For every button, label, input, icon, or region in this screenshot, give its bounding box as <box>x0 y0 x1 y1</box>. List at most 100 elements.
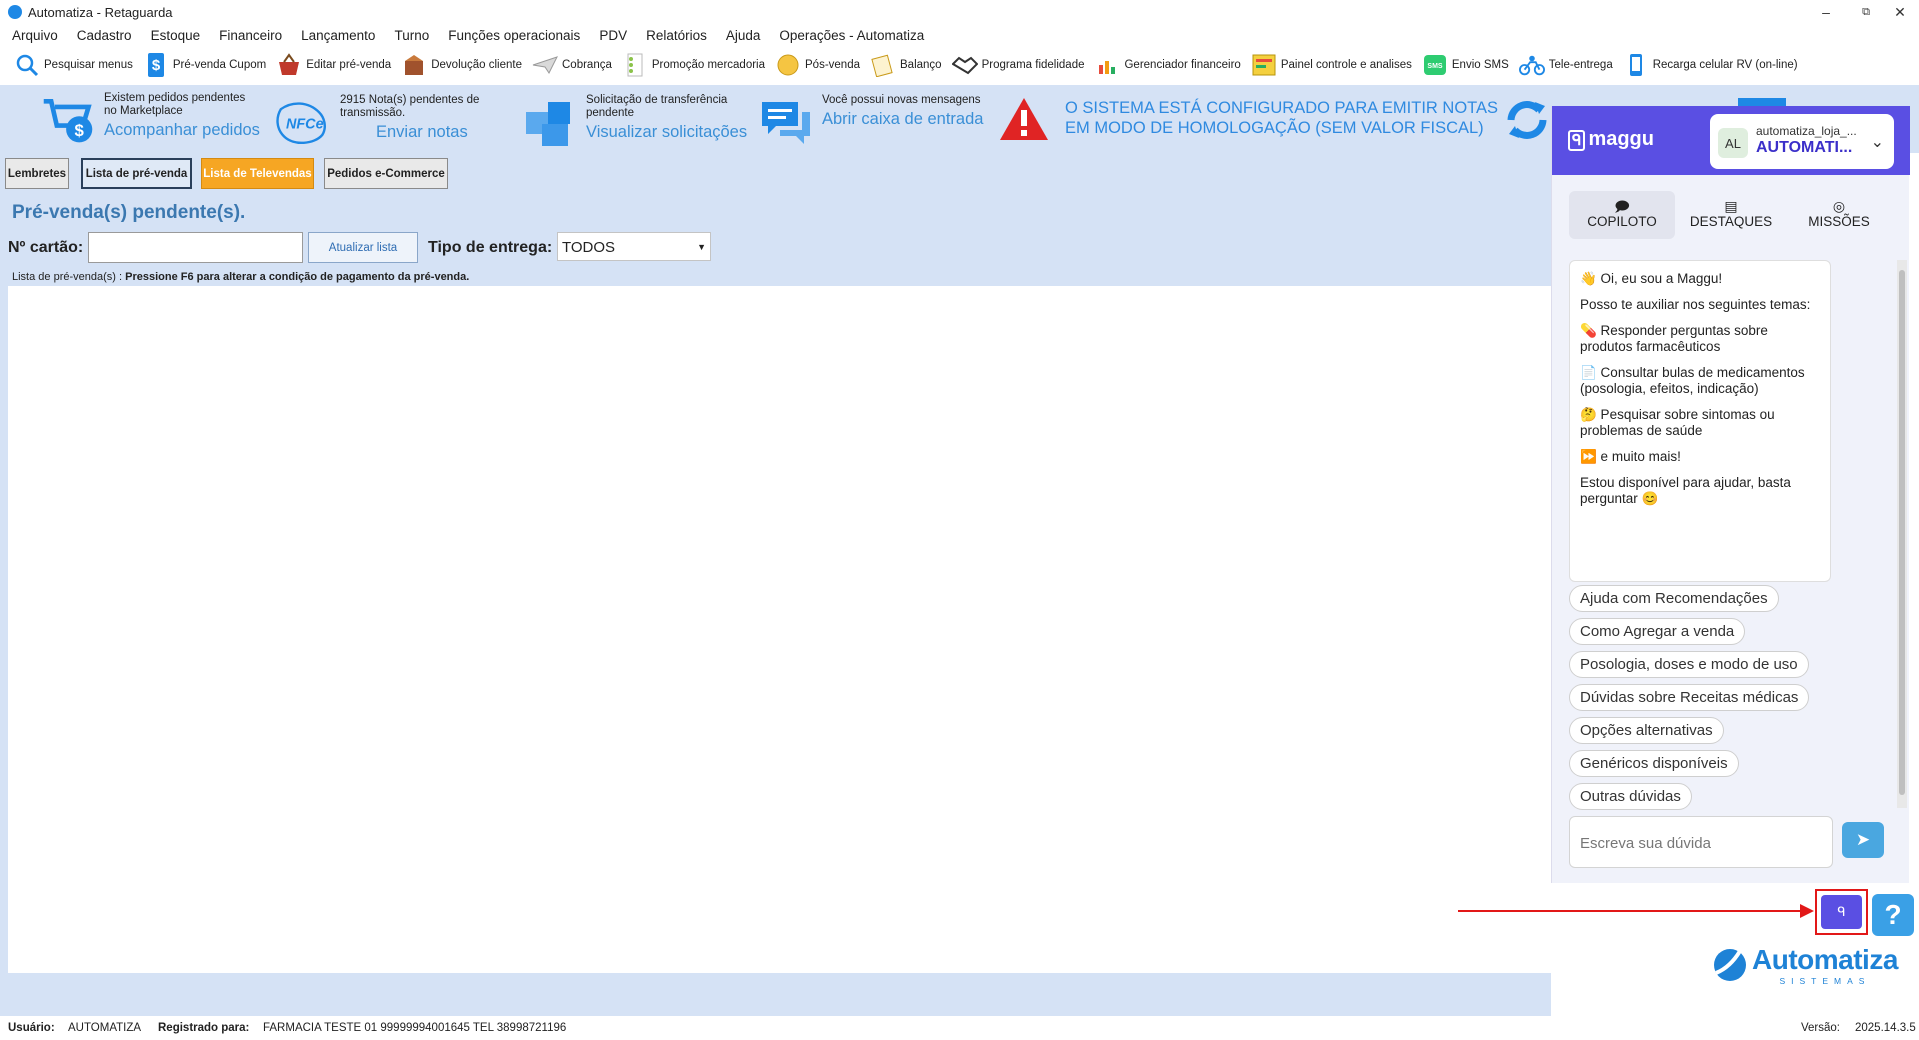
chevron-down-icon: ⌄ <box>1870 134 1884 151</box>
tab-lembretes[interactable]: Lembretes <box>5 158 69 189</box>
banner-marketplace-text: Existem pedidos pendentes no Marketplace <box>104 92 246 117</box>
paper-plane-icon <box>532 52 558 78</box>
app-icon <box>8 5 22 19</box>
toolbar-pesquisar-menus[interactable]: Pesquisar menus <box>14 52 133 78</box>
maggu-header: ᑫ maggu AL automatiza_loja_... AUTOMATI..… <box>1552 106 1910 175</box>
menu-turno[interactable]: Turno <box>394 28 429 43</box>
annotation-arrowhead <box>1800 904 1814 918</box>
tab-pedidos-ecommerce[interactable]: Pedidos e-Commerce <box>324 158 448 189</box>
suggestion-chip[interactable]: Posologia, doses e modo de uso <box>1569 651 1809 678</box>
menu-arquivo[interactable]: Arquivo <box>12 28 58 43</box>
enviar-notas-link[interactable]: Enviar notas <box>376 123 480 142</box>
tab-missoes[interactable]: ◎ MISSÕES <box>1786 191 1892 239</box>
tab-copiloto[interactable]: 🗩 COPILOTO <box>1569 191 1675 239</box>
message-line: ⏩ e muito mais! <box>1580 449 1681 464</box>
list-hint: Lista de pré-venda(s) : Pressione F6 par… <box>12 271 469 283</box>
suggestion-chip[interactable]: Dúvidas sobre Receitas médicas <box>1569 684 1810 711</box>
toolbar-envio-sms[interactable]: SMS Envio SMS <box>1422 52 1509 78</box>
suggestion-chip[interactable]: Como Agregar a venda <box>1569 618 1746 645</box>
menu-cadastro[interactable]: Cadastro <box>77 28 132 43</box>
send-icon: ➤ <box>1855 830 1871 849</box>
message-line: Estou disponível para ajudar, basta perg… <box>1580 475 1791 506</box>
chat-scrollbar[interactable] <box>1897 260 1907 808</box>
menu-estoque[interactable]: Estoque <box>151 28 201 43</box>
menu-relatorios[interactable]: Relatórios <box>646 28 707 43</box>
question-input[interactable]: Escreva sua dúvida <box>1569 816 1833 868</box>
suggestion-chip[interactable]: Genéricos disponíveis <box>1569 750 1739 777</box>
message-line: 💊 Responder perguntas sobre produtos far… <box>1580 323 1768 354</box>
toolbar-cobranca[interactable]: Cobrança <box>532 52 612 78</box>
motorbike-icon <box>1518 52 1545 78</box>
toolbar-promocao-mercadoria[interactable]: Promoção mercadoria <box>622 52 765 78</box>
toolbar-pos-venda[interactable]: Pós-venda <box>775 52 860 78</box>
banner-nfce: NFCe 2915 Nota(s) pendentes de transmiss… <box>276 94 480 150</box>
scrollbar-thumb[interactable] <box>1899 270 1905 795</box>
hint-bold: Pressione F6 para alterar a condição de … <box>125 271 470 283</box>
card-number-input[interactable] <box>88 232 303 263</box>
maggu-logo: ᑫ maggu <box>1568 128 1654 151</box>
avatar: AL <box>1718 128 1748 158</box>
toolbar: Pesquisar menus $ Pré-venda Cupom Editar … <box>0 47 1919 83</box>
boxes-icon <box>526 102 570 146</box>
delivery-type-value: TODOS <box>562 239 616 256</box>
tab-lista-televendas[interactable]: Lista de Televendas <box>201 158 314 189</box>
automatiza-logo-icon <box>1714 949 1746 981</box>
magnifier-icon <box>14 52 40 78</box>
banner-marketplace: $ Existem pedidos pendentes no Marketpla… <box>40 92 260 148</box>
pre-venda-list[interactable] <box>8 286 1551 973</box>
toolbar-recarga-celular[interactable]: Recarga celular RV (on-line) <box>1623 52 1798 78</box>
help-button[interactable]: ? <box>1872 894 1914 936</box>
banner-partial-icon <box>1738 98 1786 106</box>
registered-value: FARMACIA TESTE 01 99999994001645 TEL 389… <box>263 1022 567 1034</box>
message-line: 👋 Oi, eu sou a Maggu! <box>1580 271 1723 286</box>
message-line: 🤔 Pesquisar sobre sintomas ou problemas … <box>1580 407 1775 438</box>
toolbar-label: Cobrança <box>562 59 612 71</box>
close-button[interactable]: ✕ <box>1880 0 1919 24</box>
account-switcher[interactable]: AL automatiza_loja_... AUTOMATI... ⌄ <box>1710 114 1894 169</box>
suggestion-chip[interactable]: Opções alternativas <box>1569 717 1724 744</box>
send-button[interactable]: ➤ <box>1842 822 1884 858</box>
toolbar-devolucao-cliente[interactable]: Devolução cliente <box>401 52 522 78</box>
chat-icon: 🗩 <box>1614 198 1630 214</box>
tab-copiloto-label: COPILOTO <box>1587 214 1657 229</box>
minimize-button[interactable]: – <box>1806 0 1846 24</box>
version-value: 2025.14.3.5 <box>1855 1022 1916 1034</box>
visualizar-solicitacoes-link[interactable]: Visualizar solicitações <box>586 123 747 142</box>
menu-financeiro[interactable]: Financeiro <box>219 28 282 43</box>
maggu-panel: ᑫ maggu AL automatiza_loja_... AUTOMATI..… <box>1551 106 1910 883</box>
suggestion-chip[interactable]: Ajuda com Recomendações <box>1569 585 1779 612</box>
tab-missoes-label: MISSÕES <box>1808 214 1870 229</box>
abrir-caixa-link[interactable]: Abrir caixa de entrada <box>822 110 983 129</box>
toolbar-label: Recarga celular RV (on-line) <box>1652 59 1798 71</box>
banner-transfer: Solicitação de transferência pendente Vi… <box>522 94 747 150</box>
basket-icon <box>276 52 302 78</box>
promo-list-icon <box>622 52 648 78</box>
toolbar-editar-pre-venda[interactable]: Editar pré-venda <box>276 52 391 78</box>
toolbar-pre-venda-cupom[interactable]: $ Pré-venda Cupom <box>143 52 266 78</box>
banner-nfce-text: 2915 Nota(s) pendentes de transmissão. <box>340 94 480 119</box>
hint-prefix: Lista de pré-venda(s) : <box>12 271 126 283</box>
delivery-type-label: Tipo de entrega: <box>428 239 553 256</box>
acompanhar-pedidos-link[interactable]: Acompanhar pedidos <box>104 121 260 140</box>
toolbar-label: Balanço <box>900 59 942 71</box>
menu-pdv[interactable]: PDV <box>599 28 627 43</box>
toolbar-programa-fidelidade[interactable]: Programa fidelidade <box>951 52 1084 78</box>
toolbar-gerenciador-financeiro[interactable]: Gerenciador financeiro <box>1094 52 1241 78</box>
registered-label: Registrado para: <box>158 1022 250 1034</box>
maggu-toggle-button[interactable]: ᑫ <box>1815 889 1868 935</box>
tab-destaques[interactable]: ▤ DESTAQUES <box>1678 191 1784 239</box>
toolbar-painel-controle[interactable]: Painel controle e analises <box>1251 52 1412 78</box>
toolbar-tele-entrega[interactable]: Tele-entrega <box>1518 52 1613 78</box>
menu-lancamento[interactable]: Lançamento <box>301 28 375 43</box>
suggestion-chip[interactable]: Outras dúvidas <box>1569 783 1692 810</box>
refresh-icon[interactable] <box>1503 96 1551 144</box>
delivery-type-select[interactable]: TODOS ▼ <box>557 232 711 261</box>
update-list-button[interactable]: Atualizar lista <box>308 232 418 263</box>
menu-funcoes[interactable]: Funções operacionais <box>448 28 580 43</box>
dollar-tag-icon: $ <box>143 52 169 78</box>
message-line: 📄 Consultar bulas de medicamentos (posol… <box>1580 365 1805 396</box>
menu-ajuda[interactable]: Ajuda <box>726 28 761 43</box>
menu-operacoes[interactable]: Operações - Automatiza <box>779 28 924 43</box>
toolbar-balanco[interactable]: Balanço <box>870 52 942 78</box>
tab-lista-pre-venda[interactable]: Lista de pré-venda <box>81 158 192 189</box>
